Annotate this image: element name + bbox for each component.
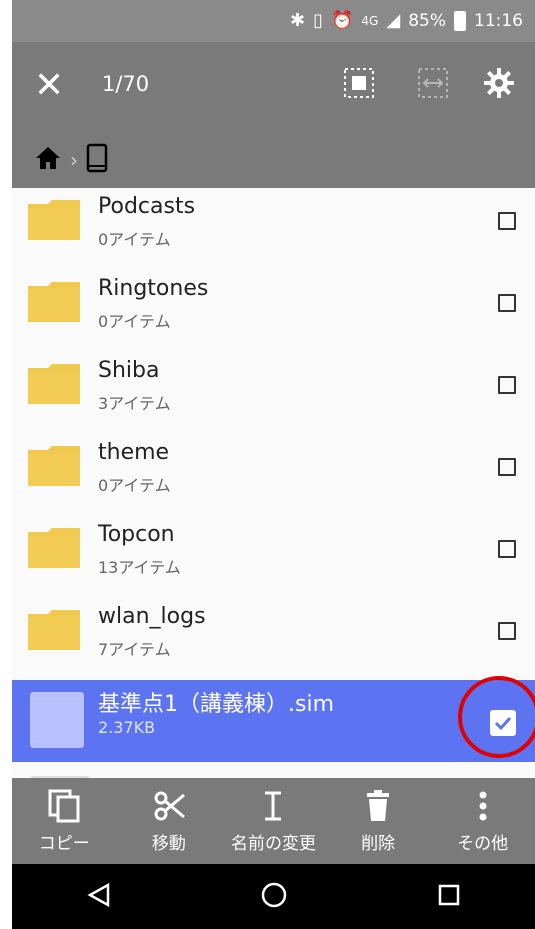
file-info: 0アイテム: [98, 312, 171, 331]
file-name: theme: [98, 440, 170, 465]
bluetooth-icon: ✱: [290, 10, 306, 31]
checkbox[interactable]: [498, 458, 516, 476]
more-button[interactable]: その他: [430, 778, 535, 864]
file-info: 3アイテム: [98, 394, 171, 413]
rename-label: 名前の変更: [230, 833, 316, 854]
list-item[interactable]: Ringtones 0アイテム: [12, 270, 535, 352]
checkbox[interactable]: [498, 294, 516, 312]
battery-percent: 85%: [408, 11, 446, 31]
list-item[interactable]: Shiba 3アイテム: [12, 352, 535, 434]
home-icon[interactable]: [34, 145, 62, 175]
copy-label: コピー: [38, 833, 90, 854]
file-name: Topcon: [98, 522, 175, 547]
list-item[interactable]: Podcasts 0アイテム: [12, 188, 535, 270]
select-all-icon[interactable]: [342, 66, 376, 104]
folder-icon: [28, 282, 80, 322]
file-name: 基準点1（講義棟）.sim: [98, 692, 334, 717]
highlight-circle: [458, 676, 535, 758]
file-info: 0アイテム: [98, 476, 171, 495]
file-name: wlan_logs: [98, 604, 206, 629]
file-list[interactable]: Podcasts 0アイテム Ringtones 0アイテム Shiba 3アイ…: [12, 188, 535, 778]
list-item-selected[interactable]: 基準点1（講義棟）.sim 2.37KB: [12, 676, 535, 762]
copy-icon: [48, 789, 80, 822]
back-icon[interactable]: [86, 882, 112, 912]
list-item[interactable]: wlan_logs 7アイテム: [12, 598, 535, 680]
list-item[interactable]: Topcon 13アイテム: [12, 516, 535, 598]
folder-icon: [28, 446, 80, 486]
move-button[interactable]: 移動: [117, 778, 222, 864]
signal-icon: ◢: [386, 10, 401, 31]
network-label: 4G: [361, 14, 379, 28]
scissors-icon: [154, 791, 185, 820]
battery-icon: [454, 11, 466, 31]
file-name: Podcasts: [98, 194, 196, 219]
selection-count: 1/70: [102, 72, 150, 96]
file-info: 7アイテム: [98, 640, 171, 659]
file-info: 13アイテム: [98, 558, 181, 577]
close-icon[interactable]: ✕: [34, 66, 64, 106]
folder-icon: [28, 200, 80, 240]
more-icon: [479, 791, 487, 820]
folder-icon: [28, 528, 80, 568]
alarm-icon: ⏰: [331, 10, 354, 31]
delete-button[interactable]: 削除: [326, 778, 431, 864]
home-nav-icon[interactable]: [260, 881, 288, 913]
phone-icon[interactable]: [86, 143, 108, 177]
recents-icon[interactable]: [437, 883, 461, 911]
file-name: Shiba: [98, 358, 160, 383]
copy-button[interactable]: コピー: [12, 778, 117, 864]
select-range-icon[interactable]: [416, 66, 450, 104]
move-label: 移動: [151, 833, 186, 854]
delete-label: 削除: [361, 833, 396, 854]
vibrate-icon: ▯: [313, 10, 323, 31]
list-item[interactable]: theme 0アイテム: [12, 434, 535, 516]
folder-icon: [28, 610, 80, 650]
checkbox[interactable]: [498, 540, 516, 558]
checkbox[interactable]: [498, 212, 516, 230]
checkbox[interactable]: [498, 622, 516, 640]
app-bar: ✕ 1/70: [12, 42, 535, 132]
gear-icon[interactable]: [482, 66, 516, 104]
breadcrumb: ›: [12, 132, 535, 188]
file-info: 0アイテム: [98, 230, 171, 249]
action-bar: コピー 移動 名前の変更 削除 その他: [12, 778, 535, 864]
list-item[interactable]: 座標: [12, 762, 535, 778]
folder-icon: [28, 364, 80, 404]
text-cursor-icon: [265, 791, 282, 820]
system-nav-bar: [12, 864, 535, 929]
clock: 11:16: [474, 11, 523, 31]
checkbox[interactable]: [498, 376, 516, 394]
rename-button[interactable]: 名前の変更: [221, 778, 326, 864]
trash-icon: [367, 789, 390, 821]
more-label: その他: [457, 833, 509, 854]
breadcrumb-separator: ›: [70, 148, 78, 172]
status-bar: ✱ ▯ ⏰ 4G ◢ 85% 11:16: [12, 0, 535, 42]
file-thumbnail: [30, 692, 84, 748]
file-info: 2.37KB: [98, 718, 156, 737]
file-name: Ringtones: [98, 276, 209, 301]
